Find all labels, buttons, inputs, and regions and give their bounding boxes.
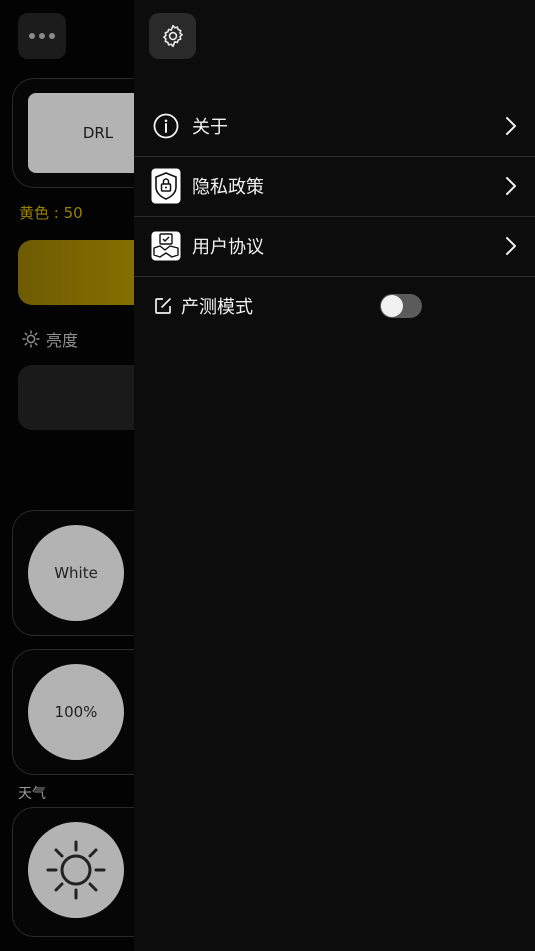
info-icon [151,108,181,144]
weather-label: 天气 [18,786,46,802]
percent-button[interactable]: 100% [28,664,124,760]
more-dot [49,33,55,39]
weather-sun-button[interactable] [28,822,124,918]
more-dot [29,33,35,39]
edit-icon [155,298,171,314]
more-dot [39,33,45,39]
white-button[interactable]: White [28,525,124,621]
chevron-right-icon [506,177,516,195]
menu-item-privacy[interactable]: 隐私政策 [134,156,535,217]
toggle-knob [381,295,403,317]
handshake-icon [151,228,181,264]
percent-label: 100% [54,703,98,721]
more-options-button[interactable] [18,13,66,59]
white-label: White [54,564,98,582]
gear-icon [162,24,183,48]
settings-button[interactable] [149,13,196,59]
production-mode-row: 产测模式 [134,276,535,336]
settings-drawer: 关于 隐私政策 用户协议 产测模式 [134,0,535,951]
drl-label: DRL [82,124,114,142]
chevron-right-icon [506,237,516,255]
sun-small-icon [22,330,40,348]
brightness-label: 亮度 [46,331,79,350]
menu-item-label: 隐私政策 [192,177,264,198]
menu-item-user-agreement[interactable]: 用户协议 [134,216,535,277]
production-mode-label: 产测模式 [181,297,253,318]
chevron-right-icon [506,117,516,135]
yellow-value-label: 黄色 : 50 [19,204,83,222]
menu-item-about[interactable]: 关于 [134,96,535,157]
menu-item-label: 用户协议 [192,237,264,258]
menu-item-label: 关于 [192,117,228,138]
brightness-label-row: 亮度 [22,327,78,351]
sun-icon [46,840,106,900]
shield-lock-icon [151,168,181,204]
production-mode-toggle[interactable] [380,294,422,318]
